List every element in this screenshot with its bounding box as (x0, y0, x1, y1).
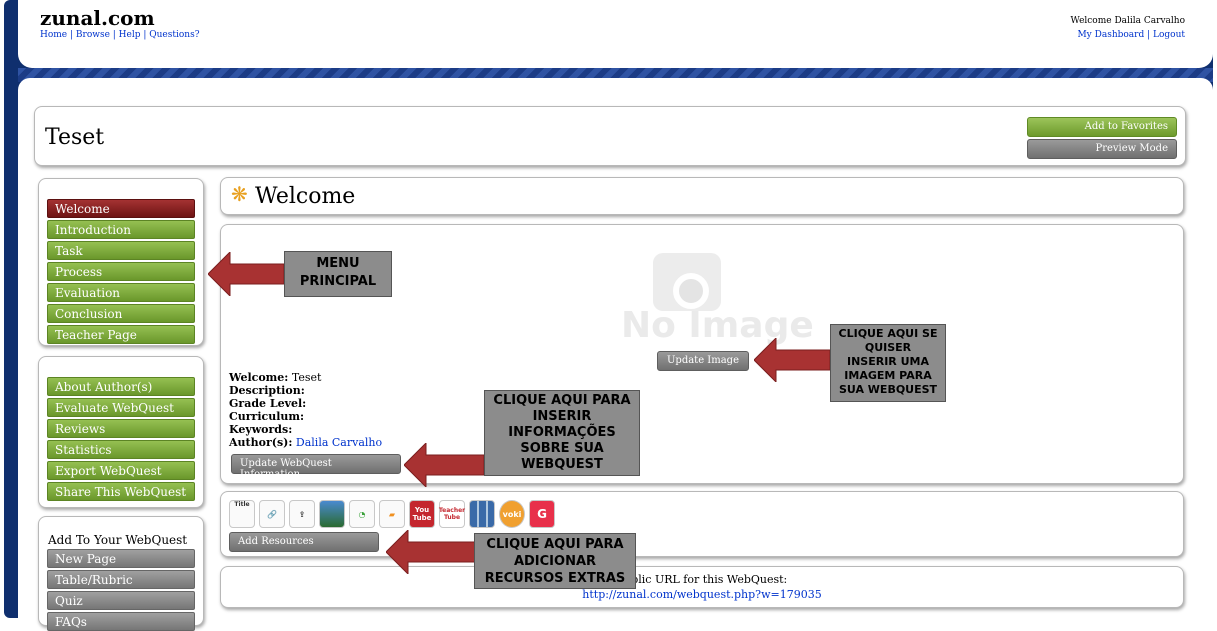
preview-mode-button[interactable]: Preview Mode (1027, 139, 1177, 159)
grade-level-label: Grade Level: (229, 397, 307, 410)
main-menu-panel: Welcome Introduction Task Process Evalua… (38, 178, 204, 346)
my-dashboard-link[interactable]: My Dashboard (1077, 30, 1144, 40)
new-page-button[interactable]: New Page (47, 549, 195, 568)
top-nav: Home | Browse | Help | Questions? (40, 30, 200, 40)
authors-label: Author(s): (229, 436, 293, 449)
menu-item-teacher-page[interactable]: Teacher Page (47, 325, 195, 344)
keywords-label: Keywords: (229, 423, 293, 436)
export-webquest-button[interactable]: Export WebQuest (47, 461, 195, 480)
section-title: Welcome (255, 184, 356, 209)
menu-item-welcome[interactable]: Welcome (47, 199, 195, 218)
menu-item-introduction[interactable]: Introduction (47, 220, 195, 239)
share-webquest-button[interactable]: Share This WebQuest (47, 482, 195, 501)
public-url-link[interactable]: http://zunal.com/webquest.php?w=179035 (221, 588, 1183, 601)
nav-browse-link[interactable]: Browse (76, 30, 110, 40)
menu-arrow-icon (208, 252, 284, 296)
slideshow-icon[interactable] (469, 500, 495, 528)
table-rubric-button[interactable]: Table/Rubric (47, 570, 195, 589)
image-arrow-icon (754, 338, 830, 382)
faqs-button[interactable]: FAQs (47, 612, 195, 631)
nav-home-link[interactable]: Home (40, 30, 67, 40)
menu-item-task[interactable]: Task (47, 241, 195, 260)
menu-item-conclusion[interactable]: Conclusion (47, 304, 195, 323)
about-panel: About Author(s) Evaluate WebQuest Review… (38, 356, 204, 508)
welcome-value: Teset (291, 371, 322, 384)
voki-icon[interactable]: voki (499, 500, 525, 528)
youtube-icon[interactable]: You Tube (409, 500, 435, 528)
resources-panel: Title 🔗 ⇪ ◔ ▰ You Tube Teacher Tube voki… (220, 491, 1184, 557)
table-icon[interactable]: Title (229, 500, 255, 528)
menu-item-evaluation[interactable]: Evaluation (47, 283, 195, 302)
add-to-favorites-button[interactable]: Add to Favorites (1027, 117, 1177, 137)
evaluate-webquest-button[interactable]: Evaluate WebQuest (47, 398, 195, 417)
reviews-button[interactable]: Reviews (47, 419, 195, 438)
menu-callout: MENU PRINCIPAL (284, 251, 392, 297)
site-logo[interactable]: zunal.com (40, 6, 155, 30)
user-links: My Dashboard | Logout (1077, 30, 1185, 40)
resources-arrow-icon (386, 530, 476, 574)
public-url-label: Public URL for this WebQuest: (616, 573, 788, 586)
camera-lens-icon (673, 273, 709, 309)
glogster-icon[interactable]: G (529, 500, 555, 528)
upload-icon[interactable]: ⇪ (289, 500, 315, 528)
flower-icon: ❋ (231, 182, 248, 206)
about-authors-button[interactable]: About Author(s) (47, 377, 195, 396)
title-panel: Teset Add to Favorites Preview Mode (34, 106, 1186, 166)
curriculum-label: Curriculum: (229, 410, 305, 423)
note-icon[interactable]: ▰ (379, 500, 405, 528)
teachertube-icon[interactable]: Teacher Tube (439, 500, 465, 528)
welcome-user-text: Welcome Dalila Carvalho (1070, 16, 1185, 26)
statistics-button[interactable]: Statistics (47, 440, 195, 459)
link-icon[interactable]: 🔗 (259, 500, 285, 528)
add-to-webquest-heading: Add To Your WebQuest (48, 533, 188, 547)
nav-help-link[interactable]: Help (119, 30, 141, 40)
info-arrow-icon (404, 443, 484, 487)
image-callout: CLIQUE AQUI SE QUISER INSERIR UMA IMAGEM… (830, 324, 946, 402)
nav-questions-link[interactable]: Questions? (149, 30, 199, 40)
menu-item-process[interactable]: Process (47, 262, 195, 281)
chat-icon[interactable]: ◔ (349, 500, 375, 528)
webquest-info: Welcome: Teset Description: Grade Level:… (229, 371, 382, 449)
image-icon[interactable] (319, 500, 345, 528)
info-callout: CLIQUE AQUI PARA INSERIR INFORMAÇÕES SOB… (484, 390, 640, 476)
author-link[interactable]: Dalila Carvalho (296, 436, 382, 449)
resources-callout: CLIQUE AQUI PARA ADICIONAR RECURSOS EXTR… (474, 533, 636, 589)
description-label: Description: (229, 384, 305, 397)
section-title-panel: ❋ Welcome (220, 177, 1184, 215)
welcome-label: Welcome: (229, 371, 289, 384)
update-image-button[interactable]: Update Image (657, 351, 749, 371)
quiz-button[interactable]: Quiz (47, 591, 195, 610)
public-url-panel: Public URL for this WebQuest: http://zun… (220, 566, 1184, 608)
page-title: Teset (45, 125, 105, 150)
page-frame: zunal.com Home | Browse | Help | Questio… (0, 0, 1217, 631)
logout-link[interactable]: Logout (1153, 30, 1185, 40)
add-to-webquest-panel: Add To Your WebQuest New Page Table/Rubr… (38, 516, 204, 631)
update-webquest-info-button[interactable]: Update WebQuest Information (231, 454, 401, 480)
add-resources-button[interactable]: Add Resources (229, 532, 379, 552)
